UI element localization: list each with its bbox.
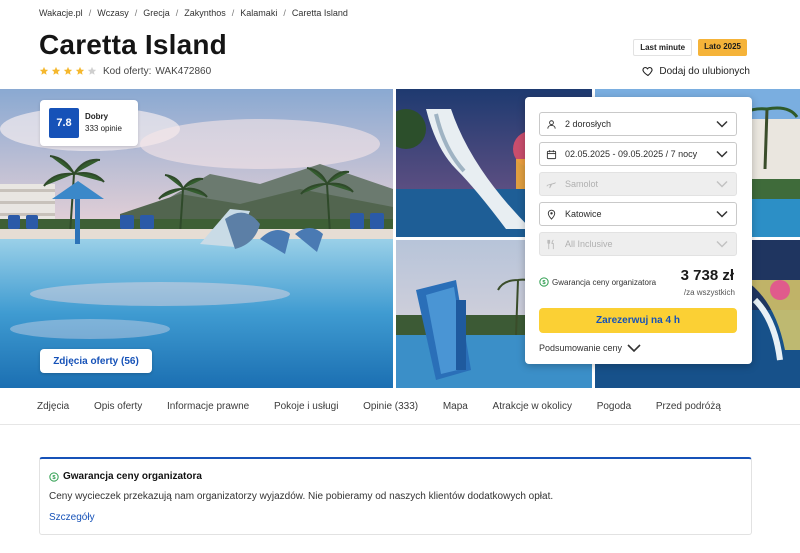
breadcrumb: Wakacje.pl / Wczasy / Grecja / Zakynthos… (39, 7, 348, 19)
price-guarantee-note: $ Gwarancja ceny organizatora (539, 277, 656, 287)
offer-code: Kod oferty: WAK472860 (103, 66, 211, 77)
last-minute-badge: Last minute (633, 39, 693, 56)
tab-legal-info[interactable]: Informacje prawne (167, 401, 249, 412)
breadcrumb-item-home[interactable]: Wakacje.pl (39, 8, 83, 18)
page-title: Caretta Island (39, 29, 227, 60)
board-value: All Inclusive (565, 239, 613, 249)
breadcrumb-item-grecja[interactable]: Grecja (143, 8, 170, 18)
star-filled-icon (39, 66, 49, 75)
info-title: $ Gwarancja ceny organizatora (49, 471, 202, 482)
transport-select: Samolot (539, 172, 737, 196)
heart-icon (642, 66, 653, 77)
star-rating (39, 66, 97, 76)
departure-select[interactable]: Katowice (539, 202, 737, 226)
rating-score: 7.8 (49, 108, 79, 138)
svg-text:$: $ (52, 475, 56, 481)
breadcrumb-separator: / (88, 8, 92, 18)
offer-photos-button[interactable]: Zdjęcia oferty (56) (40, 349, 152, 373)
info-title-text: Gwarancja ceny organizatora (63, 471, 202, 482)
price-note: /za wszystkich (683, 288, 735, 297)
breadcrumb-separator: / (175, 8, 179, 18)
cutlery-icon (547, 239, 554, 249)
star-filled-icon (75, 66, 85, 75)
tab-attractions[interactable]: Atrakcje w okolicy (493, 401, 572, 412)
star-filled-icon (51, 66, 61, 75)
board-select: All Inclusive (539, 232, 737, 256)
tab-map[interactable]: Mapa (443, 401, 468, 412)
breadcrumb-item-zakynthos[interactable]: Zakynthos (184, 8, 226, 18)
tab-photos[interactable]: Zdjęcia (37, 401, 69, 412)
calendar-icon (546, 149, 557, 159)
chevron-down-icon (716, 240, 728, 248)
rating-text: Dobry 333 opinie (85, 111, 122, 135)
star-empty-icon (87, 66, 97, 75)
dollar-circle-icon: $ (49, 471, 59, 482)
dollar-circle-icon: $ (539, 277, 549, 287)
breadcrumb-separator: / (134, 8, 138, 18)
breadcrumb-separator: / (283, 8, 286, 18)
rating-label: Dobry (85, 112, 109, 121)
booking-panel: 2 dorosłych 02.05.2025 - 09.05.2025 / 7 … (525, 97, 752, 364)
price-summary-toggle[interactable]: Podsumowanie ceny (539, 343, 641, 353)
svg-text:$: $ (542, 280, 546, 286)
guests-select[interactable]: 2 dorosłych (539, 112, 737, 136)
chevron-down-icon (716, 120, 728, 128)
reserve-button[interactable]: Zarezerwuj na 4 h (539, 308, 737, 333)
guests-value: 2 dorosłych (565, 119, 612, 129)
tab-before-trip[interactable]: Przed podróżą (656, 401, 721, 412)
section-tabs: Zdjęcia Opis oferty Informacje prawne Po… (0, 389, 800, 425)
tab-description[interactable]: Opis oferty (94, 401, 142, 412)
chevron-down-icon (716, 180, 728, 188)
info-description: Ceny wycieczek przekazują nam organizato… (49, 491, 554, 502)
chevron-down-icon (627, 344, 641, 352)
price-summary-label: Podsumowanie ceny (539, 343, 623, 353)
chevron-down-icon (716, 210, 728, 218)
breadcrumb-separator: / (231, 8, 235, 18)
rating-card[interactable]: 7.8 Dobry 333 opinie (40, 100, 138, 146)
user-icon (547, 119, 556, 129)
breadcrumb-item-kalamaki[interactable]: Kalamaki (240, 8, 277, 18)
offer-code-label: Kod oferty: (103, 66, 152, 77)
chevron-down-icon (716, 150, 728, 158)
price-guarantee-box: $ Gwarancja ceny organizatora Ceny wycie… (39, 457, 752, 535)
offer-code-value: WAK472860 (155, 66, 212, 77)
breadcrumb-item-wczasy[interactable]: Wczasy (97, 8, 129, 18)
breadcrumb-item-current: Caretta Island (291, 8, 348, 18)
departure-value: Katowice (565, 209, 602, 219)
add-to-favorites-button[interactable]: Dodaj do ulubionych (642, 65, 750, 77)
tab-reviews[interactable]: Opinie (333) (363, 401, 418, 412)
details-link[interactable]: Szczegóły (49, 512, 95, 523)
dates-value: 02.05.2025 - 09.05.2025 / 7 nocy (565, 149, 698, 159)
rating-count: 333 opinie (85, 124, 122, 133)
total-price: 3 738 zł (680, 267, 734, 284)
tab-weather[interactable]: Pogoda (597, 401, 631, 412)
tab-rooms[interactable]: Pokoje i usługi (274, 401, 338, 412)
add-to-favorites-label: Dodaj do ulubionych (659, 65, 750, 77)
star-filled-icon (63, 66, 73, 75)
price-guarantee-text: Gwarancja ceny organizatora (552, 277, 657, 287)
location-pin-icon (547, 209, 556, 220)
plane-icon (546, 181, 557, 188)
badges: Last minute Lato 2025 (633, 39, 747, 56)
summer-badge: Lato 2025 (698, 39, 747, 56)
transport-value: Samolot (565, 179, 599, 189)
dates-select[interactable]: 02.05.2025 - 09.05.2025 / 7 nocy (539, 142, 737, 166)
